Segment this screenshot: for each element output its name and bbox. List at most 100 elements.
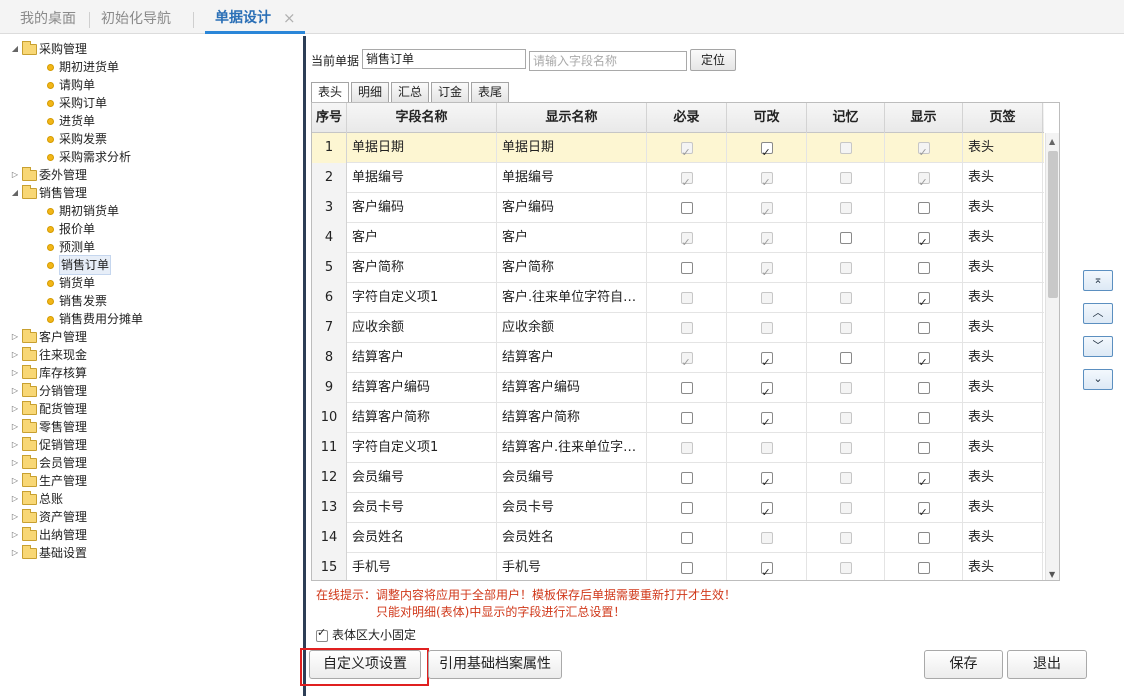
memory-checkbox[interactable] bbox=[839, 231, 852, 244]
expand-arrow-icon[interactable]: ▷ bbox=[10, 346, 20, 364]
tab-my-desktop[interactable]: 我的桌面 bbox=[10, 0, 86, 34]
memory-checkbox[interactable] bbox=[839, 351, 852, 364]
page-tab-cell[interactable]: 表头 bbox=[963, 193, 1043, 223]
expand-arrow-icon[interactable]: ▷ bbox=[10, 328, 20, 346]
table-row[interactable]: 15手机号手机号表头 bbox=[312, 553, 1044, 580]
required-checkbox[interactable] bbox=[680, 381, 693, 394]
grid-scrollbar[interactable]: ▲ ▼ bbox=[1045, 133, 1059, 580]
scroll-thumb[interactable] bbox=[1048, 151, 1058, 298]
display-name-cell[interactable]: 会员卡号 bbox=[497, 493, 647, 523]
field-name-cell[interactable]: 客户简称 bbox=[347, 253, 497, 283]
required-checkbox[interactable] bbox=[680, 531, 693, 544]
field-name-cell[interactable]: 客户编码 bbox=[347, 193, 497, 223]
fixed-size-checkbox[interactable] bbox=[316, 626, 328, 642]
panel-splitter[interactable] bbox=[303, 36, 306, 696]
move-top-button[interactable]: ⌅ bbox=[1083, 270, 1113, 291]
visible-checkbox[interactable] bbox=[917, 348, 930, 373]
display-name-cell[interactable]: 结算客户简称 bbox=[497, 403, 647, 433]
display-name-cell[interactable]: 单据日期 bbox=[497, 133, 647, 163]
field-name-cell[interactable]: 结算客户编码 bbox=[347, 373, 497, 403]
tab-detail-section[interactable]: 明细 bbox=[351, 82, 389, 102]
visible-checkbox[interactable] bbox=[917, 561, 930, 574]
required-checkbox[interactable] bbox=[680, 471, 693, 484]
required-checkbox[interactable] bbox=[680, 561, 693, 574]
display-name-cell[interactable]: 结算客户.往来单位字… bbox=[497, 433, 647, 463]
required-checkbox[interactable] bbox=[680, 201, 693, 214]
display-name-cell[interactable]: 手机号 bbox=[497, 553, 647, 580]
display-name-cell[interactable]: 客户.往来单位字符自… bbox=[497, 283, 647, 313]
move-bottom-button[interactable]: ⌄ bbox=[1083, 369, 1113, 390]
page-tab-cell[interactable]: 表头 bbox=[963, 253, 1043, 283]
field-name-cell[interactable]: 单据编号 bbox=[347, 163, 497, 193]
close-tab-icon[interactable]: × bbox=[283, 9, 296, 27]
table-row[interactable]: 9结算客户编码结算客户编码表头 bbox=[312, 373, 1044, 403]
expand-arrow-icon[interactable]: ▷ bbox=[10, 436, 20, 454]
page-tab-cell[interactable]: 表头 bbox=[963, 553, 1043, 580]
editable-checkbox[interactable] bbox=[760, 378, 773, 403]
field-name-cell[interactable]: 会员姓名 bbox=[347, 523, 497, 553]
current-document-field[interactable]: 销售订单 bbox=[362, 49, 526, 69]
field-name-cell[interactable]: 字符自定义项1 bbox=[347, 283, 497, 313]
editable-checkbox[interactable] bbox=[760, 408, 773, 433]
table-row[interactable]: 6字符自定义项1客户.往来单位字符自… 表头 bbox=[312, 283, 1044, 313]
tab-header-section[interactable]: 表头 bbox=[311, 82, 349, 103]
page-tab-cell[interactable]: 表头 bbox=[963, 433, 1043, 463]
table-row[interactable]: 8结算客户结算客户表头 bbox=[312, 343, 1044, 373]
expand-arrow-icon[interactable]: ▷ bbox=[10, 472, 20, 490]
page-tab-cell[interactable]: 表头 bbox=[963, 403, 1043, 433]
display-name-cell[interactable]: 客户编码 bbox=[497, 193, 647, 223]
required-checkbox[interactable] bbox=[680, 261, 693, 274]
page-tab-cell[interactable]: 表头 bbox=[963, 223, 1043, 253]
page-tab-cell[interactable]: 表头 bbox=[963, 493, 1043, 523]
visible-checkbox[interactable] bbox=[917, 201, 930, 214]
page-tab-cell[interactable]: 表头 bbox=[963, 463, 1043, 493]
page-tab-cell[interactable]: 表头 bbox=[963, 163, 1043, 193]
editable-checkbox[interactable] bbox=[760, 348, 773, 373]
table-row[interactable]: 14 会员姓名 会员姓名 表头 bbox=[312, 523, 1044, 553]
display-name-cell[interactable]: 应收余额 bbox=[497, 313, 647, 343]
visible-checkbox[interactable] bbox=[917, 381, 930, 394]
expand-arrow-icon[interactable]: ▷ bbox=[10, 418, 20, 436]
table-row[interactable]: 1单据日期单据日期表头 bbox=[312, 133, 1044, 163]
required-checkbox[interactable] bbox=[680, 411, 693, 424]
expand-arrow-icon[interactable]: ▷ bbox=[10, 166, 20, 184]
expand-arrow-icon[interactable]: ▷ bbox=[10, 364, 20, 382]
field-name-cell[interactable]: 应收余额 bbox=[347, 313, 497, 343]
move-up-button[interactable]: ︿ bbox=[1083, 303, 1113, 324]
tab-footer-section[interactable]: 表尾 bbox=[471, 82, 509, 102]
table-row[interactable]: 7 应收余额 应收余额 表头 bbox=[312, 313, 1044, 343]
table-row[interactable]: 13会员卡号会员卡号表头 bbox=[312, 493, 1044, 523]
field-name-cell[interactable]: 会员编号 bbox=[347, 463, 497, 493]
expand-arrow-icon[interactable]: ▷ bbox=[10, 544, 20, 562]
table-row[interactable]: 5客户简称客户简称表头 bbox=[312, 253, 1044, 283]
page-tab-cell[interactable]: 表头 bbox=[963, 283, 1043, 313]
display-name-cell[interactable]: 会员编号 bbox=[497, 463, 647, 493]
editable-checkbox[interactable] bbox=[760, 498, 773, 523]
field-name-cell[interactable]: 会员卡号 bbox=[347, 493, 497, 523]
table-row[interactable]: 10结算客户简称结算客户简称表头 bbox=[312, 403, 1044, 433]
move-down-button[interactable]: ﹀ bbox=[1083, 336, 1113, 357]
expand-arrow-icon[interactable]: ▷ bbox=[10, 508, 20, 526]
display-name-cell[interactable]: 单据编号 bbox=[497, 163, 647, 193]
visible-checkbox[interactable] bbox=[917, 531, 930, 544]
field-name-cell[interactable]: 手机号 bbox=[347, 553, 497, 580]
field-name-cell[interactable]: 单据日期 bbox=[347, 133, 497, 163]
expand-arrow-icon[interactable]: ▷ bbox=[10, 400, 20, 418]
visible-checkbox[interactable] bbox=[917, 288, 930, 313]
editable-checkbox[interactable] bbox=[760, 468, 773, 493]
ref-base-attributes-button[interactable]: 引用基础档案属性 bbox=[428, 650, 562, 679]
table-row[interactable]: 3客户编码客户编码表头 bbox=[312, 193, 1044, 223]
tab-init-navigation[interactable]: 初始化导航 bbox=[91, 0, 181, 34]
fixed-size-option[interactable]: 表体区大小固定 bbox=[316, 626, 416, 643]
field-name-cell[interactable]: 结算客户 bbox=[347, 343, 497, 373]
field-name-cell[interactable]: 客户 bbox=[347, 223, 497, 253]
display-name-cell[interactable]: 结算客户编码 bbox=[497, 373, 647, 403]
field-name-cell[interactable]: 字符自定义项1 bbox=[347, 433, 497, 463]
table-row[interactable]: 12会员编号会员编号表头 bbox=[312, 463, 1044, 493]
page-tab-cell[interactable]: 表头 bbox=[963, 373, 1043, 403]
exit-button[interactable]: 退出 bbox=[1007, 650, 1087, 679]
page-tab-cell[interactable]: 表头 bbox=[963, 313, 1043, 343]
expand-arrow-icon[interactable]: ▷ bbox=[10, 382, 20, 400]
visible-checkbox[interactable] bbox=[917, 261, 930, 274]
editable-checkbox[interactable] bbox=[760, 138, 773, 163]
